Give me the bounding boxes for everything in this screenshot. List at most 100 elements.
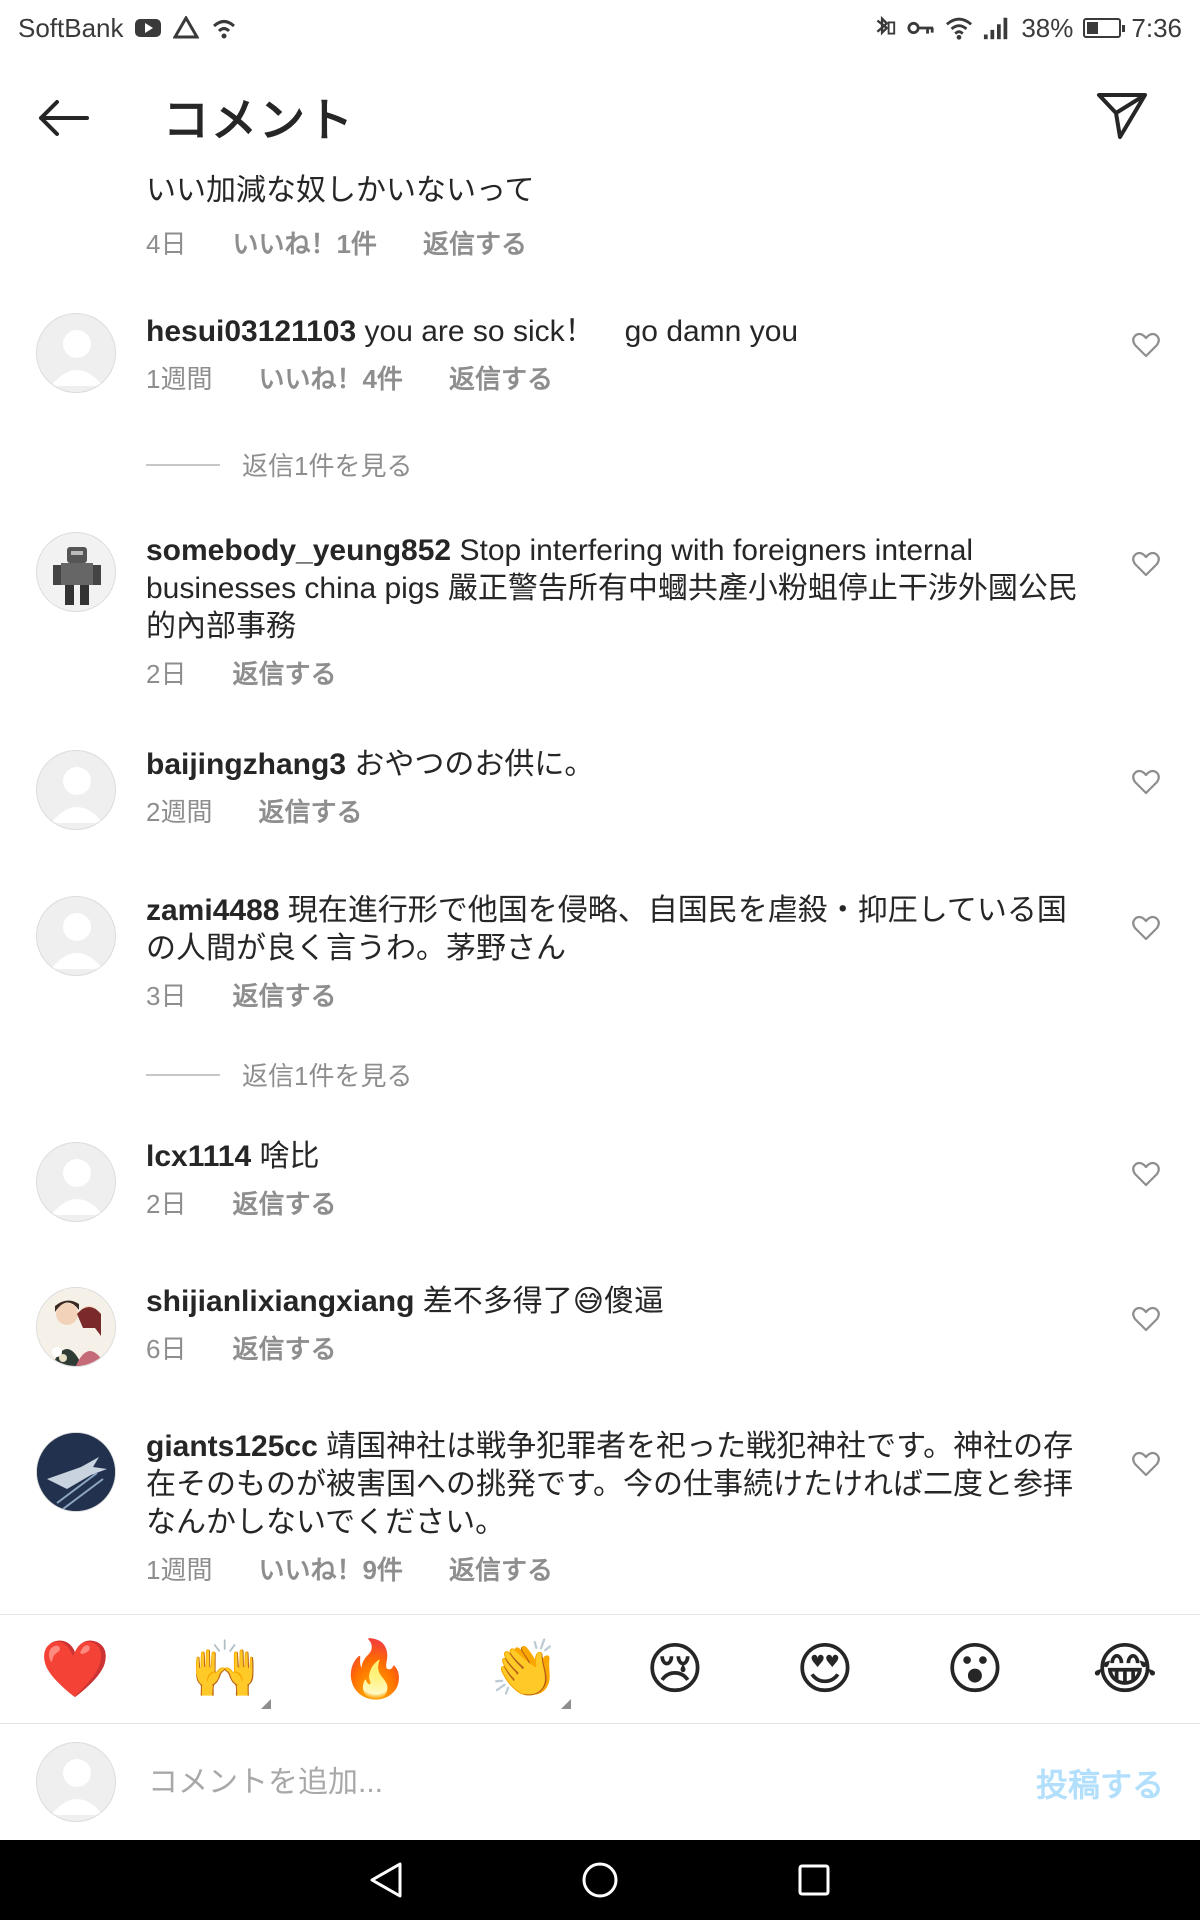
view-replies-button[interactable]: 返信1件を見る bbox=[146, 1056, 412, 1093]
divider-line bbox=[146, 463, 220, 466]
comment-username[interactable]: hesui03121103 bbox=[146, 315, 356, 348]
comment-username[interactable]: zami4488 bbox=[146, 894, 279, 927]
view-replies-button[interactable]: 返信1件を見る bbox=[146, 446, 412, 483]
key-icon bbox=[907, 14, 935, 42]
clapping-hands-emoji[interactable]: 👏 bbox=[485, 1629, 571, 1709]
back-button[interactable] bbox=[30, 86, 94, 150]
reply-button[interactable]: 返信する bbox=[423, 224, 527, 261]
comment-time: 2日 bbox=[146, 659, 187, 689]
comment-time: 6日 bbox=[146, 1334, 187, 1364]
reply-button[interactable]: 返信する bbox=[449, 1550, 553, 1587]
comment-meta: 1週間 いいね！9件 返信する bbox=[146, 1550, 553, 1587]
avatar[interactable] bbox=[36, 1287, 116, 1367]
nav-back-button[interactable] bbox=[354, 1848, 418, 1912]
comment-meta: 2日 返信する bbox=[146, 654, 336, 691]
likes-count-link[interactable]: いいね！9件 bbox=[258, 1550, 402, 1587]
variants-indicator bbox=[561, 1699, 571, 1709]
comment-text: 啥比 bbox=[259, 1140, 320, 1173]
post-button[interactable]: 投稿する bbox=[1036, 1760, 1164, 1806]
avatar[interactable] bbox=[36, 896, 116, 976]
paper-plane-icon bbox=[1097, 93, 1147, 139]
fire-emoji[interactable]: 🔥 bbox=[335, 1629, 415, 1709]
comment-text: いい加減な奴しかいないって bbox=[146, 174, 535, 207]
header: コメント bbox=[0, 56, 1200, 176]
comment-username[interactable]: baijingzhang3 bbox=[146, 748, 346, 781]
divider-line bbox=[146, 1073, 220, 1076]
like-button[interactable] bbox=[1128, 546, 1164, 582]
comment-meta: 1週間 いいね！4件 返信する bbox=[146, 359, 553, 396]
anime-couple-avatar-icon bbox=[37, 1288, 115, 1366]
comment-username[interactable]: somebody_yeung852 bbox=[146, 534, 451, 567]
comment-text: 現在進行形で他国を侵略、自国民を虐殺・抑圧している国の人間が良く言うわ。茅野さん bbox=[146, 894, 1067, 965]
comment-input[interactable] bbox=[146, 1752, 1000, 1814]
like-button[interactable] bbox=[1128, 764, 1164, 800]
comment-time: 2日 bbox=[146, 1189, 187, 1219]
variants-indicator bbox=[261, 1699, 271, 1709]
tears-of-joy-emoji[interactable]: 😂 bbox=[1085, 1629, 1165, 1709]
like-button[interactable] bbox=[1128, 327, 1164, 363]
reply-button[interactable]: 返信する bbox=[232, 976, 336, 1013]
comment-time: 4日 bbox=[146, 229, 187, 259]
comment-time: 1週間 bbox=[146, 1555, 213, 1585]
comment-text: you are so sick！ go damn you bbox=[364, 315, 799, 348]
nav-recents-button[interactable] bbox=[782, 1848, 846, 1912]
reply-button[interactable]: 返信する bbox=[449, 359, 553, 396]
comment-body: hesui03121103 you are so sick！ go damn y… bbox=[146, 313, 1086, 351]
heart-eyes-emoji[interactable]: 😍 bbox=[785, 1629, 865, 1709]
heart-outline-icon bbox=[1132, 769, 1160, 795]
comment-username[interactable]: shijianlixiangxiang bbox=[146, 1285, 414, 1318]
avatar[interactable] bbox=[36, 750, 116, 830]
clapping-hands-glyph: 👏 bbox=[490, 1637, 560, 1700]
avatar[interactable] bbox=[36, 1142, 116, 1222]
avatar[interactable] bbox=[36, 1432, 116, 1512]
like-button[interactable] bbox=[1128, 1446, 1164, 1482]
reply-button[interactable]: 返信する bbox=[232, 1329, 336, 1366]
like-button[interactable] bbox=[1128, 1301, 1164, 1337]
youtube-icon bbox=[134, 14, 162, 42]
heart-outline-icon bbox=[1132, 1161, 1160, 1187]
like-button[interactable] bbox=[1128, 1156, 1164, 1192]
default-avatar-icon bbox=[51, 330, 103, 386]
heart-outline-icon bbox=[1132, 915, 1160, 941]
red-heart-emoji[interactable]: ❤️ bbox=[35, 1629, 115, 1709]
avatar[interactable] bbox=[36, 313, 116, 393]
comment-body: いい加減な奴しかいないって bbox=[146, 172, 1086, 210]
comment-body: baijingzhang3 おやつのお供に。 bbox=[146, 746, 1086, 784]
status-bar: SoftBank 38% 7:36 bbox=[0, 0, 1200, 56]
surprised-face-emoji[interactable]: 😮 bbox=[935, 1629, 1015, 1709]
heart-outline-icon bbox=[1132, 1306, 1160, 1332]
comment-body: shijianlixiangxiang 差不多得了😅傻逼 bbox=[146, 1283, 1086, 1321]
comment-composer: 投稿する bbox=[0, 1724, 1200, 1840]
share-button[interactable] bbox=[1090, 84, 1154, 148]
default-avatar-icon bbox=[51, 913, 103, 969]
comment-username[interactable]: lcx1114 bbox=[146, 1140, 251, 1173]
triangle-back-icon bbox=[370, 1862, 402, 1898]
arrow-left-icon bbox=[39, 100, 89, 136]
avatar[interactable] bbox=[36, 532, 116, 612]
page-title: コメント bbox=[163, 94, 355, 146]
comment-text: 差不多得了😅傻逼 bbox=[422, 1285, 665, 1318]
comment-meta: 3日 返信する bbox=[146, 976, 336, 1013]
like-button[interactable] bbox=[1128, 910, 1164, 946]
view-replies-label: 返信1件を見る bbox=[242, 1061, 413, 1091]
status-right: 38% 7:36 bbox=[869, 13, 1182, 44]
reply-button[interactable]: 返信する bbox=[258, 792, 362, 829]
robot-figure-avatar-icon bbox=[37, 533, 115, 611]
reply-button[interactable]: 返信する bbox=[232, 654, 336, 691]
view-replies-label: 返信1件を見る bbox=[242, 451, 413, 481]
crying-face-emoji[interactable]: 😢 bbox=[635, 1629, 715, 1709]
likes-count-link[interactable]: いいね！4件 bbox=[258, 359, 402, 396]
reply-button[interactable]: 返信する bbox=[232, 1184, 336, 1221]
wifi-icon bbox=[945, 14, 973, 42]
battery-icon bbox=[1083, 18, 1126, 38]
nav-home-button[interactable] bbox=[568, 1848, 632, 1912]
comment-username[interactable]: giants125cc bbox=[146, 1430, 318, 1463]
raising-hands-emoji[interactable]: 🙌 bbox=[185, 1629, 271, 1709]
square-recents-icon bbox=[798, 1864, 830, 1896]
likes-count-link[interactable]: いいね！1件 bbox=[232, 224, 376, 261]
carrier-label: SoftBank bbox=[18, 12, 124, 43]
signal-icon bbox=[983, 14, 1011, 42]
raising-hands-glyph: 🙌 bbox=[190, 1637, 260, 1700]
heart-outline-icon bbox=[1132, 551, 1160, 577]
default-avatar-icon bbox=[51, 1759, 103, 1815]
